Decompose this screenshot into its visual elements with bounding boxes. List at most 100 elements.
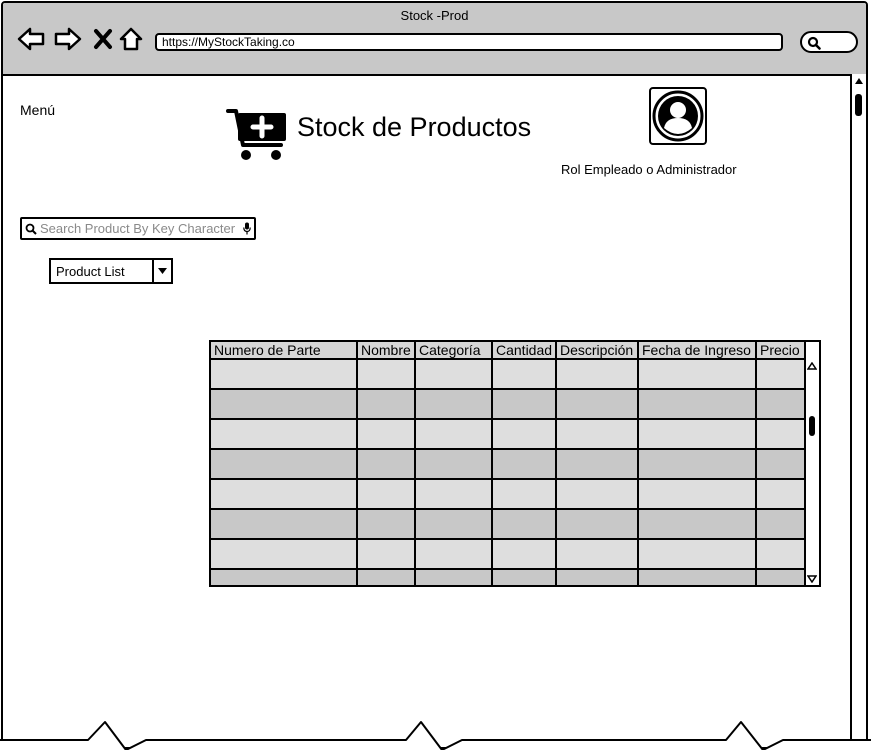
torn-edge-divider: [0, 721, 871, 750]
table-cell[interactable]: [556, 479, 639, 510]
table-cell[interactable]: [638, 359, 757, 390]
table-cell[interactable]: [756, 569, 806, 585]
table-cell[interactable]: [638, 389, 757, 420]
table-cell[interactable]: [638, 539, 757, 570]
column-header[interactable]: Categoría: [415, 342, 493, 360]
products-table-body: Numero de Parte Nombre Categoría Cantida…: [211, 342, 806, 585]
table-cell[interactable]: [357, 449, 416, 480]
scroll-up-icon[interactable]: [854, 77, 864, 85]
table-cell[interactable]: [756, 509, 806, 540]
column-header[interactable]: Descripción: [556, 342, 639, 360]
column-header[interactable]: Precio: [756, 342, 806, 360]
microphone-icon[interactable]: [240, 222, 254, 235]
table-scrollbar-thumb[interactable]: [809, 416, 815, 436]
table-cell[interactable]: [211, 419, 358, 450]
column-header[interactable]: Nombre: [357, 342, 416, 360]
table-cell[interactable]: [357, 479, 416, 510]
table-cell[interactable]: [556, 419, 639, 450]
table-cell[interactable]: [211, 359, 358, 390]
table-cell[interactable]: [357, 509, 416, 540]
table-cell[interactable]: [357, 539, 416, 570]
forward-arrow-icon[interactable]: [53, 25, 83, 53]
view-select[interactable]: Product List: [49, 258, 173, 284]
window-title: Stock -Prod: [400, 8, 469, 23]
home-icon[interactable]: [116, 25, 146, 53]
table-row[interactable]: [211, 479, 806, 510]
table-row[interactable]: [211, 569, 806, 585]
table-cell[interactable]: [211, 569, 358, 585]
table-cell[interactable]: [756, 479, 806, 510]
page-title: Stock de Productos: [297, 112, 532, 142]
table-cell[interactable]: [211, 479, 358, 510]
back-arrow-icon[interactable]: [16, 25, 46, 53]
table-cell[interactable]: [756, 389, 806, 420]
table-cell[interactable]: [415, 389, 493, 420]
table-cell[interactable]: [415, 539, 493, 570]
browser-search-button[interactable]: [800, 31, 858, 53]
scroll-down-icon[interactable]: [807, 575, 817, 583]
table-cell[interactable]: [415, 479, 493, 510]
table-cell[interactable]: [556, 509, 639, 540]
search-icon: [807, 36, 821, 50]
table-cell[interactable]: [211, 389, 358, 420]
table-cell[interactable]: [492, 569, 557, 585]
table-cell[interactable]: [492, 359, 557, 390]
table-row[interactable]: [211, 389, 806, 420]
close-x-icon[interactable]: [88, 25, 118, 53]
table-cell[interactable]: [357, 389, 416, 420]
table-cell[interactable]: [492, 479, 557, 510]
table-cell[interactable]: [638, 419, 757, 450]
products-table: Numero de Parte Nombre Categoría Cantida…: [209, 340, 821, 587]
table-scrollbar[interactable]: [804, 360, 819, 585]
table-cell[interactable]: [556, 359, 639, 390]
page-scrollbar-thumb[interactable]: [855, 94, 862, 116]
scroll-up-icon[interactable]: [807, 362, 817, 370]
search-input[interactable]: [40, 221, 240, 236]
table-cell[interactable]: [415, 509, 493, 540]
table-row[interactable]: [211, 419, 806, 450]
table-cell[interactable]: [211, 449, 358, 480]
product-search[interactable]: [20, 217, 256, 240]
column-header[interactable]: Fecha de Ingreso: [638, 342, 757, 360]
table-cell[interactable]: [756, 449, 806, 480]
table-cell[interactable]: [415, 419, 493, 450]
table-cell[interactable]: [638, 509, 757, 540]
menu-link[interactable]: Menú: [20, 102, 55, 118]
table-cell[interactable]: [492, 449, 557, 480]
column-header[interactable]: Numero de Parte: [211, 342, 358, 360]
table-cell[interactable]: [492, 539, 557, 570]
table-cell[interactable]: [492, 389, 557, 420]
table-cell[interactable]: [357, 359, 416, 390]
role-label: Rol Empleado o Administrador: [561, 162, 737, 177]
table-cell[interactable]: [638, 449, 757, 480]
table-cell[interactable]: [556, 539, 639, 570]
user-avatar-icon[interactable]: [649, 87, 707, 145]
page-scrollbar[interactable]: [850, 74, 866, 747]
table-cell[interactable]: [415, 359, 493, 390]
table-cell[interactable]: [492, 419, 557, 450]
table-row[interactable]: [211, 449, 806, 480]
chevron-down-icon[interactable]: [152, 260, 171, 282]
table-cell[interactable]: [556, 569, 639, 585]
column-header[interactable]: Cantidad: [492, 342, 557, 360]
table-cell[interactable]: [211, 539, 358, 570]
browser-chrome: Stock -Prod https://MyStockTaking.co: [3, 3, 866, 76]
table-cell[interactable]: [638, 479, 757, 510]
table-cell[interactable]: [357, 419, 416, 450]
table-cell[interactable]: [556, 389, 639, 420]
table-cell[interactable]: [638, 569, 757, 585]
table-cell[interactable]: [756, 539, 806, 570]
table-cell[interactable]: [492, 509, 557, 540]
table-cell[interactable]: [211, 509, 358, 540]
table-row[interactable]: [211, 509, 806, 540]
table-cell[interactable]: [357, 569, 416, 585]
table-row[interactable]: [211, 359, 806, 390]
table-cell[interactable]: [556, 449, 639, 480]
view-select-value: Product List: [56, 263, 125, 279]
table-cell[interactable]: [756, 419, 806, 450]
address-bar[interactable]: https://MyStockTaking.co: [155, 33, 783, 51]
table-cell[interactable]: [756, 359, 806, 390]
table-cell[interactable]: [415, 449, 493, 480]
table-cell[interactable]: [415, 569, 493, 585]
table-row[interactable]: [211, 539, 806, 570]
